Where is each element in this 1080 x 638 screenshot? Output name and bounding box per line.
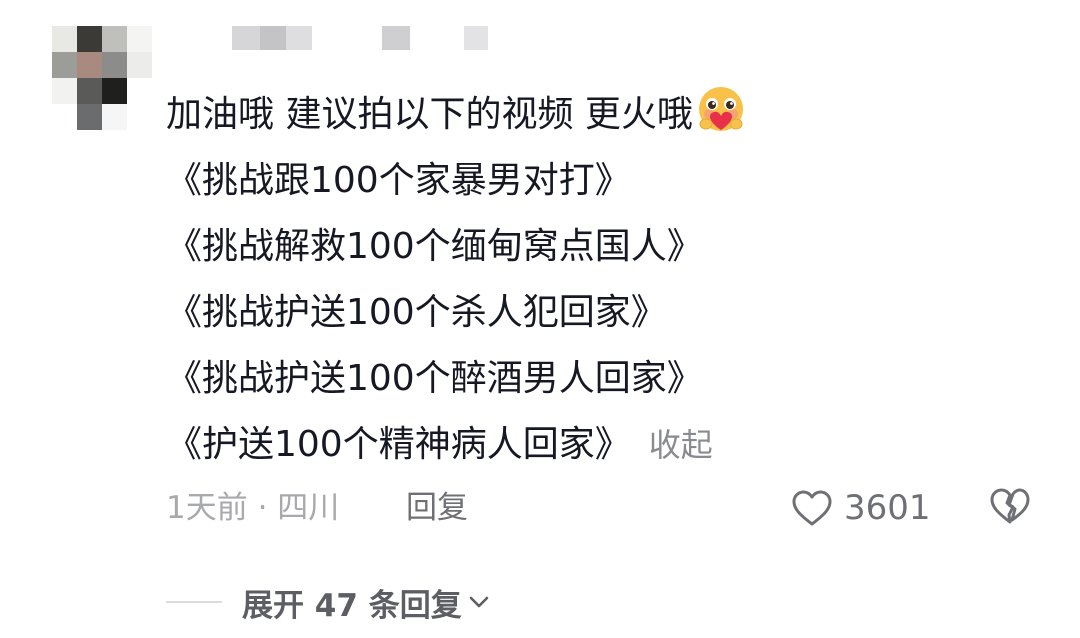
heart-outline-icon (792, 490, 832, 526)
comment-line-2: 《挑战跟100个家暴男对打》 (166, 160, 631, 201)
chevron-down-icon[interactable] (466, 589, 492, 615)
collapse-link[interactable]: 收起 (649, 426, 713, 464)
divider (166, 601, 222, 603)
comment-line-3: 《挑战解救100个缅甸窝点国人》 (166, 226, 703, 267)
comment-line-4: 《挑战护送100个杀人犯回家》 (166, 292, 667, 333)
comment-line-5: 《挑战护送100个醉酒男人回家》 (166, 358, 703, 399)
like-button[interactable]: 3601 (790, 486, 931, 530)
comment-line-6: 《护送100个精神病人回家》 收起 (166, 424, 713, 465)
expand-replies-label[interactable]: 展开 47 条回复 (242, 580, 462, 625)
like-count: 3601 (844, 488, 931, 528)
blushing-heart-emoji-icon (698, 87, 743, 131)
comment-item: 加油哦 建议拍以下的视频 更火哦 《挑战跟100个家暴男对打》 《挑战解救100… (0, 0, 1080, 638)
reply-button[interactable]: 回复 (406, 486, 468, 530)
time-location: 1天前 · 四川 (166, 490, 340, 526)
comment-text: 加油哦 建议拍以下的视频 更火哦 《挑战跟100个家暴男对打》 《挑战解救100… (166, 82, 747, 478)
dislike-button[interactable] (988, 486, 1032, 538)
comment-line-1: 加油哦 建议拍以下的视频 更火哦 (166, 82, 747, 148)
expand-replies[interactable]: 展开 47 条回复 (166, 580, 586, 624)
avatar[interactable] (52, 26, 152, 130)
broken-heart-icon (990, 488, 1030, 524)
username-blurred[interactable] (232, 26, 492, 50)
comment-meta: 1天前 · 四川 回复 3601 (166, 486, 1046, 530)
